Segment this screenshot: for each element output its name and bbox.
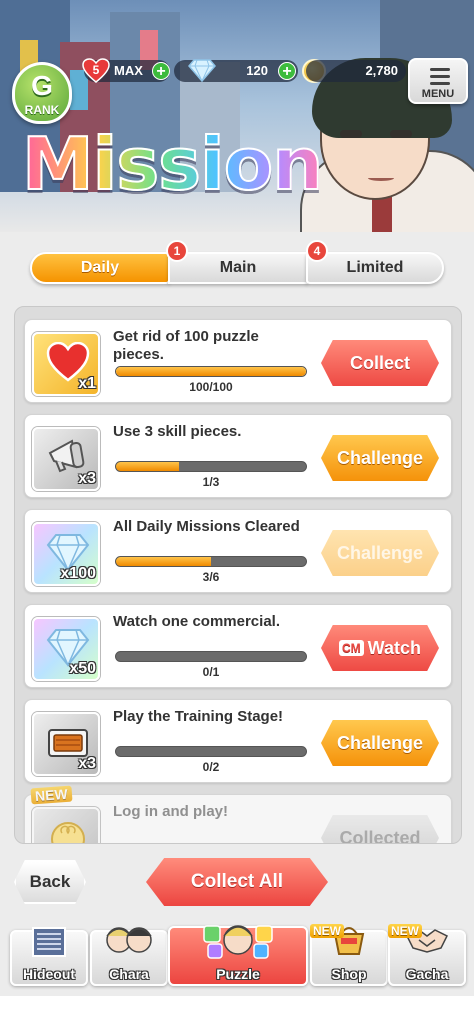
nav-label: Puzzle [216,966,260,982]
reward-item: x50 [32,617,100,681]
nav-hideout[interactable]: Hideout [10,927,88,986]
bottom-navigation: Hideout Chara Puzzle NEW Shop NEW Gacha [10,924,466,988]
add-gems-button[interactable]: + [278,62,296,80]
progress-bar [115,746,307,757]
notification-badge: 1 [166,240,188,262]
mission-description: Play the Training Stage! [113,708,284,725]
tab-main[interactable]: Main [168,252,308,284]
mission-description: Use 3 skill pieces. [113,423,242,440]
progress-label: 1/3 [202,475,220,489]
reward-item: x100 [32,522,100,586]
reward-item: x3 [32,712,100,776]
rank-badge: G RANK [12,62,72,124]
reward-quantity: x3 [78,755,96,772]
challenge-button[interactable]: Challenge [321,435,439,481]
reward-quantity: x3 [78,470,96,487]
mission-banner: G RANK Mission MAX 5 + 120 + 2,780 MENU [0,0,474,232]
reward-quantity: x100 [60,565,96,582]
building-icon [32,927,66,957]
page-title: Mission [21,121,324,207]
characters-icon [106,927,152,953]
mission-description: Log in and play! [113,803,228,820]
progress-fill [116,557,211,566]
mission-card: x3 Play the Training Stage! 0/2 Challeng… [24,699,452,783]
mission-card: x100 All Daily Missions Cleared 3/6 Chal… [24,509,452,593]
tab-daily[interactable]: Daily [30,252,170,284]
mission-card: x3 Use 3 skill pieces. 1/3 Challenge [24,414,452,498]
reward-item: x1 [32,332,100,396]
progress-bar [115,366,307,377]
reward-quantity: x50 [69,660,96,677]
rank-label: RANK [24,103,60,117]
progress-bar [115,461,307,472]
collect-button[interactable]: Collect [321,340,439,386]
mission-card: x50 Watch one commercial. 0/1 CM Watch [24,604,452,688]
tab-limited[interactable]: Limited [306,252,444,284]
mission-description: Watch one commercial. [113,613,280,630]
watch-label: Watch [367,638,421,658]
puzzle-icon [203,925,273,959]
hamburger-icon [430,68,450,85]
new-badge: NEW [30,785,73,805]
tab-label: Limited [346,259,404,276]
reward-item: x3 [32,427,100,491]
stamina-value: MAX [114,63,143,78]
notification-badge: 4 [306,240,328,262]
stamina-level: 5 [92,63,100,77]
rank-letter: G [31,70,53,101]
nav-gacha[interactable]: NEW Gacha [388,924,466,986]
coin-display: 2,780 [306,60,406,82]
collect-all-button[interactable]: Collect All [146,858,328,906]
reward-item [32,807,100,843]
system-bottom-bar [0,996,474,1024]
progress-bar [115,556,307,567]
heart-icon: 5 [82,58,110,84]
mission-card: NEW Log in and play! Collected [24,785,452,843]
mission-description: All Daily Missions Cleared [113,518,300,535]
clover-coin-icon [51,822,85,843]
progress-label: 0/1 [202,665,220,679]
cm-icon: CM [338,640,364,656]
progress-label: 3/6 [202,570,220,584]
nav-label: Chara [109,966,149,982]
nav-label: Shop [331,966,367,982]
menu-button[interactable]: MENU [408,58,468,104]
coin-count: 2,780 [365,63,398,78]
tab-label: Main [219,259,257,276]
menu-label: MENU [421,88,455,100]
challenge-button[interactable]: Challenge [321,720,439,766]
collected-status: Collected [321,815,439,843]
add-stamina-button[interactable]: + [152,62,170,80]
nav-label: Hideout [22,966,76,982]
progress-fill [116,462,179,471]
mission-description: Get rid of 100 puzzle pieces. [113,328,259,363]
challenge-button-disabled: Challenge [321,530,439,576]
new-badge: NEW [388,924,422,938]
mission-list[interactable]: x1 Get rid of 100 puzzle pieces. 100/100… [14,306,462,844]
progress-label: 100/100 [189,380,233,394]
gem-count: 120 [246,63,268,78]
nav-puzzle[interactable]: Puzzle [168,925,308,986]
nav-label: Gacha [405,966,449,982]
nav-chara[interactable]: Chara [90,927,168,986]
nav-shop[interactable]: NEW Shop [310,924,388,986]
tab-label: Daily [80,259,120,276]
watch-button[interactable]: CM Watch [321,625,439,671]
progress-label: 0/2 [202,760,220,774]
progress-bar [115,651,307,662]
back-button[interactable]: Back [14,860,86,904]
new-badge: NEW [310,924,344,938]
mission-tabs: Daily Main Limited 1 4 [30,240,444,284]
progress-fill [116,367,306,376]
reward-quantity: x1 [78,375,96,392]
mission-card: x1 Get rid of 100 puzzle pieces. 100/100… [24,319,452,403]
diamond-icon [188,58,216,83]
